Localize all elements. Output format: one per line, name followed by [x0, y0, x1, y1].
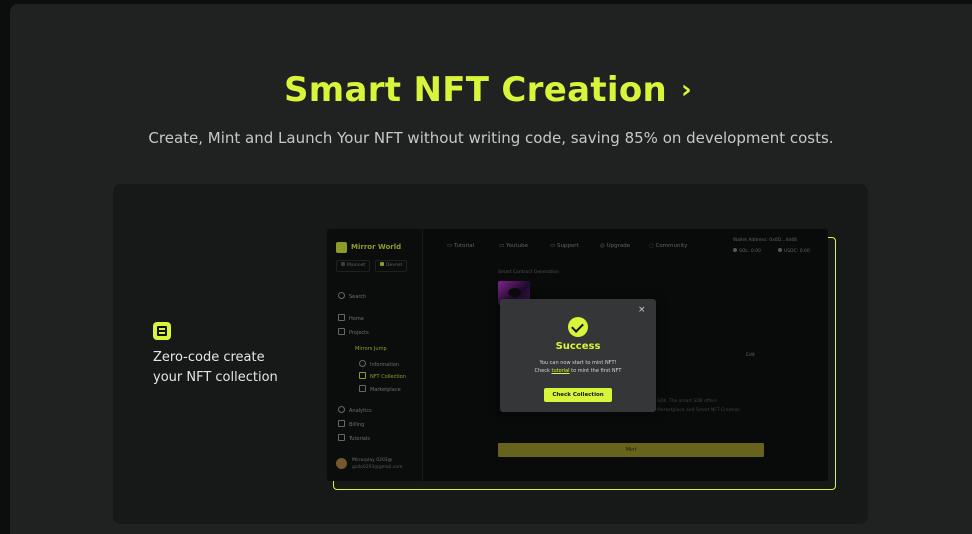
close-icon[interactable]: × [638, 305, 646, 315]
feature-line-1: Zero-code create [153, 350, 265, 365]
page: Smart NFT Creation › Create, Mint and Lau… [0, 0, 972, 534]
section-title[interactable]: Smart NFT Creation › [0, 70, 972, 110]
chevron-right-icon[interactable]: › [681, 75, 692, 105]
section-title-text[interactable]: Smart NFT Creation [284, 70, 667, 110]
check-collection-button[interactable]: Check Collection [544, 388, 612, 402]
app-screenshot: Mirror World Mainnet Devnet Search Home … [327, 229, 828, 481]
modal-message: You can now start to mint NFT! [539, 360, 617, 366]
check-circle-icon [568, 317, 588, 337]
modal-title: Success [555, 341, 601, 352]
modal-submessage: Check tutorial to mint the first NFT [534, 368, 622, 374]
tutorial-link[interactable]: tutorial [552, 368, 570, 374]
layers-icon [153, 322, 171, 340]
feature-line-2: your NFT collection [153, 370, 278, 385]
feature-description: Zero-code create your NFT collection [153, 348, 293, 388]
section-subtitle: Create, Mint and Launch Your NFT without… [148, 129, 834, 147]
success-modal: × Success You can now start to mint NFT!… [500, 299, 656, 412]
